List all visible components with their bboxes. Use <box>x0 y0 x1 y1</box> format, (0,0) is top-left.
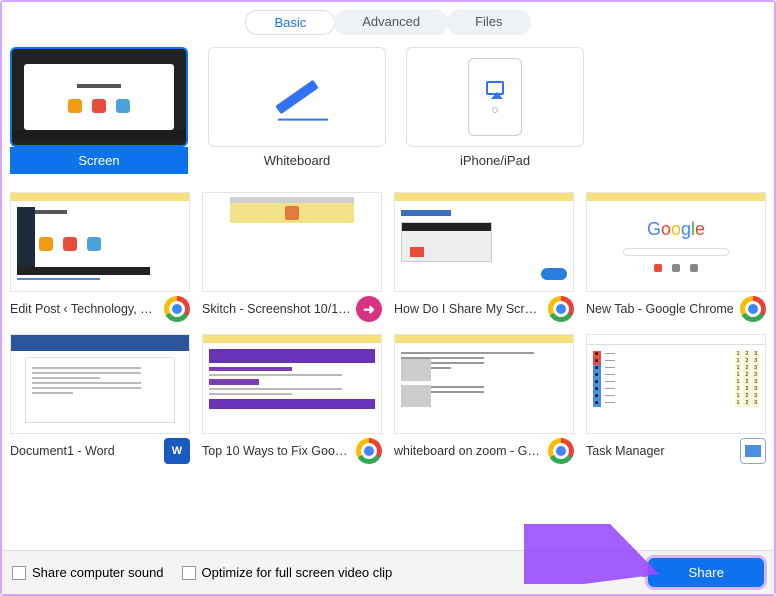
window-thumbnail <box>202 334 382 434</box>
pencil-icon <box>275 80 318 115</box>
window-label: Task Manager <box>586 444 736 458</box>
window-tile[interactable]: Edit Post ‹ Technology, B… <box>10 192 190 322</box>
window-label: Skitch - Screenshot 10/1… <box>202 302 352 316</box>
google-logo: Google <box>587 219 765 240</box>
window-thumbnail <box>10 192 190 292</box>
share-computer-sound-checkbox[interactable]: Share computer sound <box>12 565 164 580</box>
skitch-icon <box>356 296 382 322</box>
option-screen[interactable]: Screen <box>10 47 188 174</box>
window-label: Edit Post ‹ Technology, B… <box>10 302 160 316</box>
tab-files[interactable]: Files <box>447 10 530 35</box>
window-thumbnail <box>202 192 382 292</box>
window-thumbnail <box>10 334 190 434</box>
window-thumbnail: Google <box>586 192 766 292</box>
optimize-label: Optimize for full screen video clip <box>202 565 393 580</box>
window-label: Document1 - Word <box>10 444 160 458</box>
window-tile[interactable]: Document1 - Word <box>10 334 190 464</box>
window-thumbnail <box>394 192 574 292</box>
window-label: whiteboard on zoom - G… <box>394 444 544 458</box>
tab-basic[interactable]: Basic <box>245 10 335 35</box>
footer-bar: Share computer sound Optimize for full s… <box>2 550 774 594</box>
optimize-video-checkbox[interactable]: Optimize for full screen video clip <box>182 565 393 580</box>
option-screen-label: Screen <box>10 147 188 174</box>
window-thumbnail: ■——123 ■——123 ■——123 ■——123 ■——123 ■——12… <box>586 334 766 434</box>
window-tile[interactable]: Skitch - Screenshot 10/1… <box>202 192 382 322</box>
share-button[interactable]: Share <box>648 558 764 587</box>
window-thumbnail <box>394 334 574 434</box>
option-whiteboard[interactable]: Whiteboard <box>208 47 386 174</box>
window-label: New Tab - Google Chrome <box>586 302 736 316</box>
window-tile[interactable]: How Do I Share My Scre… <box>394 192 574 322</box>
option-iphone-ipad[interactable]: iPhone/iPad <box>406 47 584 174</box>
airplay-icon <box>486 81 504 95</box>
chrome-icon <box>740 296 766 322</box>
window-tile[interactable]: whiteboard on zoom - G… <box>394 334 574 464</box>
chrome-icon <box>164 296 190 322</box>
checkbox-icon <box>12 566 26 580</box>
window-label: How Do I Share My Scre… <box>394 302 544 316</box>
chrome-icon <box>548 296 574 322</box>
iphone-thumbnail <box>406 47 584 147</box>
window-tile[interactable]: Top 10 Ways to Fix Goog… <box>202 334 382 464</box>
open-windows-grid: Edit Post ‹ Technology, B… Skitch - Scre… <box>10 192 766 464</box>
task-manager-icon <box>740 438 766 464</box>
screen-thumbnail <box>10 47 188 147</box>
window-tile[interactable]: Google New Tab - Google Chrome <box>586 192 766 322</box>
checkbox-icon <box>182 566 196 580</box>
primary-options-row: Screen Whiteboard iPhone/iPad <box>10 47 766 174</box>
option-iphone-label: iPhone/iPad <box>406 147 584 174</box>
share-options-panel: Screen Whiteboard iPhone/iPad <box>2 47 774 464</box>
window-label: Top 10 Ways to Fix Goog… <box>202 444 352 458</box>
share-sound-label: Share computer sound <box>32 565 164 580</box>
tab-advanced[interactable]: Advanced <box>334 10 448 35</box>
phone-icon <box>468 58 522 136</box>
option-whiteboard-label: Whiteboard <box>208 147 386 174</box>
whiteboard-thumbnail <box>208 47 386 147</box>
chrome-icon <box>356 438 382 464</box>
word-icon <box>164 438 190 464</box>
share-mode-tabs: Basic Advanced Files <box>2 2 774 47</box>
window-tile[interactable]: ■——123 ■——123 ■——123 ■——123 ■——123 ■——12… <box>586 334 766 464</box>
chrome-icon <box>548 438 574 464</box>
